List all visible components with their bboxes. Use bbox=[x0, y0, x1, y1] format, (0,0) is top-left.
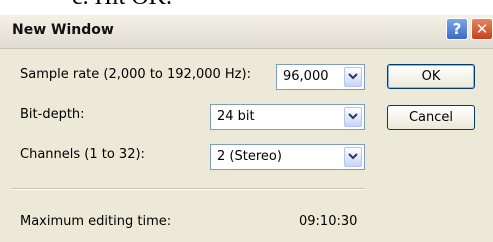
channels-dropdown-button[interactable] bbox=[344, 147, 362, 167]
bit-depth-label: Bit-depth: bbox=[20, 107, 85, 122]
bit-depth-dropdown-button[interactable] bbox=[344, 107, 362, 127]
ok-button[interactable]: OK bbox=[387, 64, 475, 89]
sample-rate-value: 96,000 bbox=[283, 69, 329, 84]
chevron-down-icon bbox=[348, 153, 358, 160]
max-editing-time-value: 09:10:30 bbox=[299, 214, 358, 229]
sample-rate-label: Sample rate (2,000 to 192,000 Hz): bbox=[20, 67, 251, 82]
channels-label: Channels (1 to 32): bbox=[20, 147, 145, 162]
channels-value: 2 (Stereo) bbox=[217, 149, 282, 164]
sample-rate-combobox[interactable]: 96,000 bbox=[276, 64, 365, 90]
max-editing-time-label: Maximum editing time: bbox=[20, 214, 172, 229]
window-title: New Window bbox=[12, 22, 114, 38]
help-icon: ? bbox=[452, 20, 462, 38]
bit-depth-value: 24 bit bbox=[217, 109, 255, 124]
help-button[interactable]: ? bbox=[446, 18, 468, 40]
chevron-down-icon bbox=[348, 113, 358, 120]
new-window-dialog: New Window ? ✕ Sample rate (2,000 to 192… bbox=[0, 15, 493, 242]
document-text-fragment: c. Hit OK. bbox=[72, 0, 172, 11]
close-button[interactable]: ✕ bbox=[471, 18, 493, 40]
separator bbox=[11, 188, 365, 190]
close-icon: ✕ bbox=[475, 20, 489, 38]
channels-select[interactable]: 2 (Stereo) bbox=[210, 144, 365, 170]
bit-depth-select[interactable]: 24 bit bbox=[210, 104, 365, 130]
chevron-down-icon bbox=[348, 73, 358, 80]
title-bar[interactable]: New Window ? ✕ bbox=[0, 15, 493, 49]
sample-rate-dropdown-button[interactable] bbox=[344, 67, 362, 87]
cancel-button[interactable]: Cancel bbox=[387, 105, 475, 130]
